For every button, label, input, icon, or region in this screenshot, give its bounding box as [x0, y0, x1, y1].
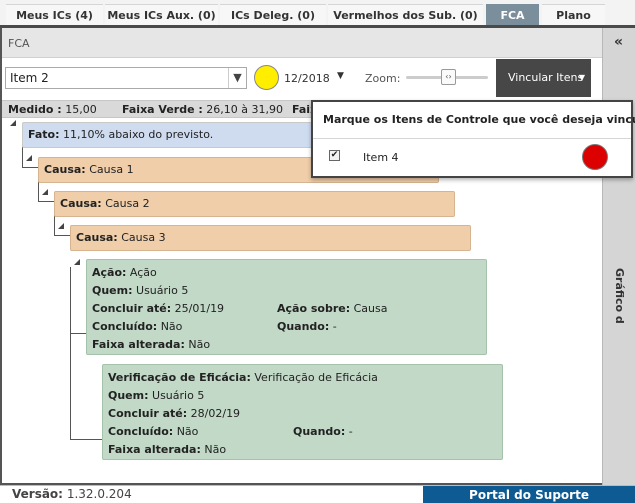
caret-down-icon[interactable]: ▼ [337, 71, 344, 81]
link-items-dropdown: Marque os Itens de Controle que você des… [311, 100, 635, 178]
zoom-label: Zoom: [365, 72, 401, 85]
medido: Medido : 15,00 [8, 103, 97, 116]
divider [313, 138, 631, 139]
expand-triangle-icon[interactable] [26, 155, 32, 161]
support-portal-button[interactable]: Portal do Suporte [423, 486, 635, 503]
chart-side-panel-label: Gráfico d [613, 268, 626, 324]
tab-vermelhos-sub[interactable]: Vermelhos dos Sub. (0) [328, 4, 483, 25]
acao-node[interactable]: Ação: Ação Quem: Usuário 5 Concluir até:… [86, 259, 487, 355]
causa-node[interactable]: Causa: Causa 3 [70, 225, 471, 251]
link-items-button-label: Vincular Itens [508, 71, 584, 84]
period-value[interactable]: 12/2018 [284, 72, 330, 85]
panel-title: FCA [8, 37, 30, 50]
panel-header: FCA [2, 28, 602, 58]
link-items-dropdown-title: Marque os Itens de Controle que você des… [323, 113, 635, 126]
chevron-down-icon[interactable]: ▼ [228, 68, 246, 88]
expand-triangle-icon[interactable] [74, 259, 80, 265]
item-select-value: Item 2 [10, 71, 49, 85]
item-status-indicator [582, 144, 608, 170]
faixa-verde: Faixa Verde : 26,10 à 31,90 [122, 103, 283, 116]
tab-meus-ics-aux[interactable]: Meus ICs Aux. (0) [105, 4, 218, 25]
tab-bar: Meus ICs (4) Meus ICs Aux. (0) ICs Deleg… [0, 0, 635, 28]
expand-triangle-icon[interactable] [42, 189, 48, 195]
tab-fca[interactable]: FCA [486, 4, 539, 25]
tab-plano[interactable]: Plano [542, 4, 605, 25]
expand-triangle-icon[interactable] [10, 120, 16, 126]
verificacao-node[interactable]: Verificação de Eficácia: Verificação de … [102, 364, 503, 460]
chart-side-panel[interactable]: « Gráfico d [602, 28, 635, 485]
version-text: Versão: 1.32.0.204 [12, 487, 132, 501]
fca-panel: FCA « Gráfico d Item 2 ▼ 12/2018 ▼ Zoom:… [0, 28, 635, 485]
expand-triangle-icon[interactable] [58, 223, 64, 229]
link-items-button[interactable]: Vincular Itens ▼ [496, 59, 591, 97]
tab-meus-ics[interactable]: Meus ICs (4) [6, 4, 103, 25]
item-select[interactable]: Item 2 ▼ [5, 67, 247, 89]
footer: Versão: 1.32.0.204 Portal do Suporte [0, 485, 635, 503]
fato-node[interactable]: Fato: 11,10% abaixo do previsto. [22, 122, 322, 148]
item-checkbox[interactable]: ✔ [329, 150, 340, 161]
caret-down-icon: ▼ [578, 73, 585, 82]
status-indicator [254, 65, 279, 90]
tab-ics-deleg[interactable]: ICs Deleg. (0) [220, 4, 326, 25]
double-chevron-left-icon[interactable]: « [614, 34, 623, 50]
causa-node[interactable]: Causa: Causa 2 [54, 191, 455, 217]
item-label[interactable]: Item 4 [363, 151, 399, 164]
fca-toolbar: Item 2 ▼ 12/2018 ▼ Zoom: ‹› Vincular Ite… [2, 59, 602, 97]
zoom-slider-handle[interactable]: ‹› [441, 69, 456, 85]
